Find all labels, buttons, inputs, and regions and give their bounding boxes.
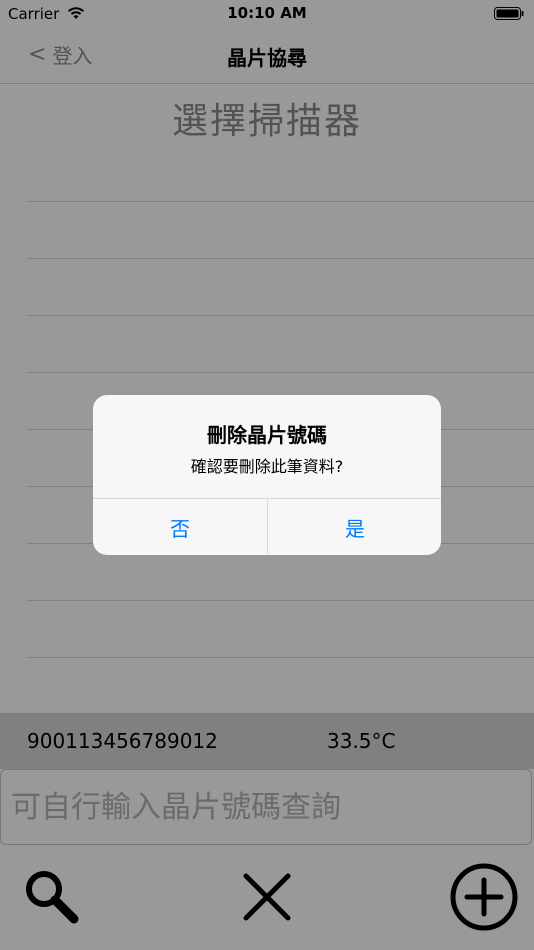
delete-confirm-dialog: 刪除晶片號碼 確認要刪除此筆資料? 否 是 bbox=[93, 395, 441, 555]
dialog-message: 確認要刪除此筆資料? bbox=[190, 457, 344, 476]
dialog-title: 刪除晶片號碼 bbox=[207, 423, 327, 447]
yes-button[interactable]: 是 bbox=[268, 499, 441, 555]
no-button[interactable]: 否 bbox=[93, 499, 267, 555]
